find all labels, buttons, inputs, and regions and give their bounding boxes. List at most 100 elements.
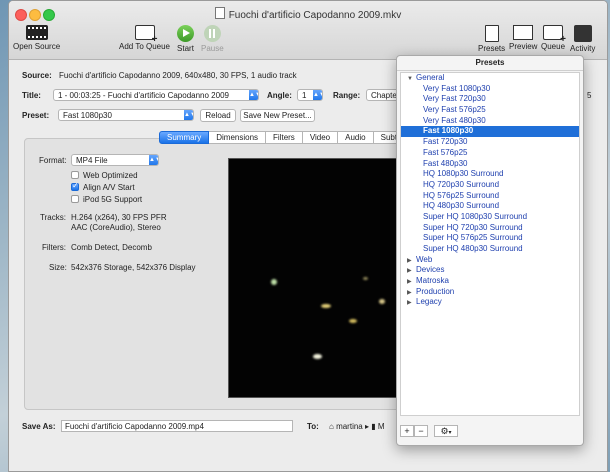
chevron-updown-icon: ▲▼	[149, 155, 158, 165]
presets-list: ▼ General Very Fast 1080p30 Very Fast 720…	[400, 72, 580, 416]
title-label: Title:	[22, 91, 41, 100]
tab-filters[interactable]: Filters	[266, 131, 303, 144]
chevron-updown-icon: ▲▼	[313, 90, 322, 100]
ipod-support-checkbox[interactable]	[71, 195, 79, 203]
preset-item[interactable]: Super HQ 576p25 Surround	[401, 233, 579, 244]
presets-popover: Presets ▼ General Very Fast 1080p30 Very …	[396, 55, 584, 446]
destination-label: To:	[307, 422, 319, 431]
preset-item[interactable]: HQ 720p30 Surround	[401, 180, 579, 191]
add-to-queue-button[interactable]: Add To Queue	[119, 25, 170, 51]
align-av-checkbox[interactable]	[71, 181, 79, 191]
film-icon	[25, 25, 48, 40]
activity-button[interactable]: Activity	[570, 25, 595, 53]
align-av-label: Align A/V Start	[83, 183, 135, 192]
angle-select[interactable]: 1▲▼	[297, 89, 323, 101]
preset-item[interactable]: Very Fast 720p30	[401, 94, 579, 105]
presets-icon	[484, 25, 499, 42]
tracks-audio: AAC (CoreAudio), Stereo	[71, 223, 161, 232]
tab-video[interactable]: Video	[302, 131, 339, 144]
size-value: 542x376 Storage, 542x376 Display	[71, 263, 196, 272]
add-queue-icon	[134, 25, 157, 45]
range-end-value: 5	[587, 91, 592, 100]
preset-item[interactable]: Super HQ 1080p30 Surround	[401, 212, 579, 223]
presets-title: Presets	[397, 56, 583, 71]
queue-icon	[543, 25, 566, 45]
preset-item[interactable]: Very Fast 576p25	[401, 105, 579, 116]
title-bar: Fuochi d'artificio Capodanno 2009.mkv Op…	[9, 1, 607, 60]
preset-item[interactable]: Fast 480p30	[401, 159, 579, 170]
firework-spark	[271, 279, 277, 285]
firework-spark	[363, 277, 368, 280]
document-icon	[214, 7, 225, 19]
save-as-input[interactable]: Fuochi d'artificio Capodanno 2009.mp4	[61, 420, 293, 432]
tracks-video: H.264 (x264), 30 FPS PFR	[71, 213, 167, 222]
window-title: Fuochi d'artificio Capodanno 2009.mkv	[9, 7, 607, 21]
preset-group-web[interactable]: ▶ Web	[401, 255, 579, 266]
preset-item[interactable]: HQ 576p25 Surround	[401, 191, 579, 202]
reload-button[interactable]: Reload	[200, 109, 236, 122]
angle-label: Angle:	[267, 91, 292, 100]
preset-item[interactable]: Super HQ 480p30 Surround	[401, 244, 579, 255]
range-label: Range:	[333, 91, 361, 100]
firework-spark	[349, 319, 357, 323]
web-optimized-checkbox[interactable]	[71, 171, 79, 179]
source-value: Fuochi d'artificio Capodanno 2009, 640x4…	[59, 71, 297, 80]
preset-item[interactable]: Very Fast 480p30	[401, 116, 579, 127]
preview-button[interactable]: Preview	[509, 25, 537, 51]
chevron-down-icon: ▾	[448, 430, 452, 436]
folder-icon: ▮	[371, 422, 378, 431]
ipod-support-label: iPod 5G Support	[83, 195, 143, 204]
preset-item[interactable]: HQ 1080p30 Surround	[401, 169, 579, 180]
destination-path[interactable]: ⌂ martina ▸ ▮ M	[329, 422, 385, 431]
preset-select[interactable]: Fast 1080p30▲▼	[58, 109, 194, 121]
preset-actions-menu[interactable]: ⚙▾	[434, 425, 458, 437]
start-button[interactable]: Start	[177, 25, 194, 53]
gear-icon: ⚙	[440, 426, 449, 436]
video-preview	[228, 158, 398, 398]
presets-button[interactable]: Presets	[478, 25, 505, 53]
home-icon: ⌂	[329, 422, 337, 431]
pause-button[interactable]: Pause	[201, 25, 224, 53]
filters-label: Filters:	[42, 243, 66, 252]
save-as-label: Save As:	[22, 422, 56, 431]
format-label: Format:	[39, 156, 67, 165]
title-select[interactable]: 1 - 00:03:25 - Fuochi d'artificio Capoda…	[53, 89, 259, 101]
chevron-updown-icon: ▲▼	[184, 110, 193, 120]
add-preset-button[interactable]: +	[400, 425, 414, 437]
save-new-preset-button[interactable]: Save New Preset...	[240, 109, 315, 122]
queue-button[interactable]: Queue	[541, 25, 566, 51]
preset-group-general[interactable]: ▼ General	[401, 73, 579, 84]
settings-tabs: Summary Dimensions Filters Video Audio S…	[159, 131, 416, 144]
tab-summary[interactable]: Summary	[159, 131, 210, 144]
preset-item[interactable]: Fast 720p30	[401, 137, 579, 148]
preset-group-legacy[interactable]: ▶ Legacy	[401, 297, 579, 308]
preset-group-devices[interactable]: ▶ Devices	[401, 265, 579, 276]
preset-label: Preset:	[22, 111, 50, 120]
firework-spark	[321, 304, 331, 308]
preset-item[interactable]: HQ 480p30 Surround	[401, 201, 579, 212]
remove-preset-button[interactable]: −	[414, 425, 428, 437]
pause-icon	[203, 25, 221, 42]
source-label: Source:	[22, 71, 52, 80]
firework-spark	[379, 299, 385, 304]
firework-spark	[313, 354, 322, 359]
open-source-button[interactable]: Open Source	[13, 25, 60, 51]
disclosure-open-icon: ▼	[407, 76, 413, 82]
preset-group-matroska[interactable]: ▶ Matroska	[401, 276, 579, 287]
chevron-updown-icon: ▲▼	[249, 90, 258, 100]
play-icon	[177, 25, 194, 42]
preview-icon	[513, 25, 534, 40]
preset-item-selected[interactable]: Fast 1080p30	[401, 126, 579, 138]
size-label: Size:	[49, 263, 67, 272]
tab-dimensions[interactable]: Dimensions	[209, 131, 267, 144]
activity-icon	[573, 25, 592, 42]
preset-group-production[interactable]: ▶ Production	[401, 287, 579, 298]
tab-audio[interactable]: Audio	[338, 131, 374, 144]
tracks-label: Tracks:	[40, 213, 66, 222]
preset-item[interactable]: Super HQ 720p30 Surround	[401, 223, 579, 234]
format-select[interactable]: MP4 File▲▼	[71, 154, 159, 166]
filters-value: Comb Detect, Decomb	[71, 243, 152, 252]
web-optimized-label: Web Optimized	[83, 171, 138, 180]
preset-item[interactable]: Very Fast 1080p30	[401, 84, 579, 95]
preset-item[interactable]: Fast 576p25	[401, 148, 579, 159]
